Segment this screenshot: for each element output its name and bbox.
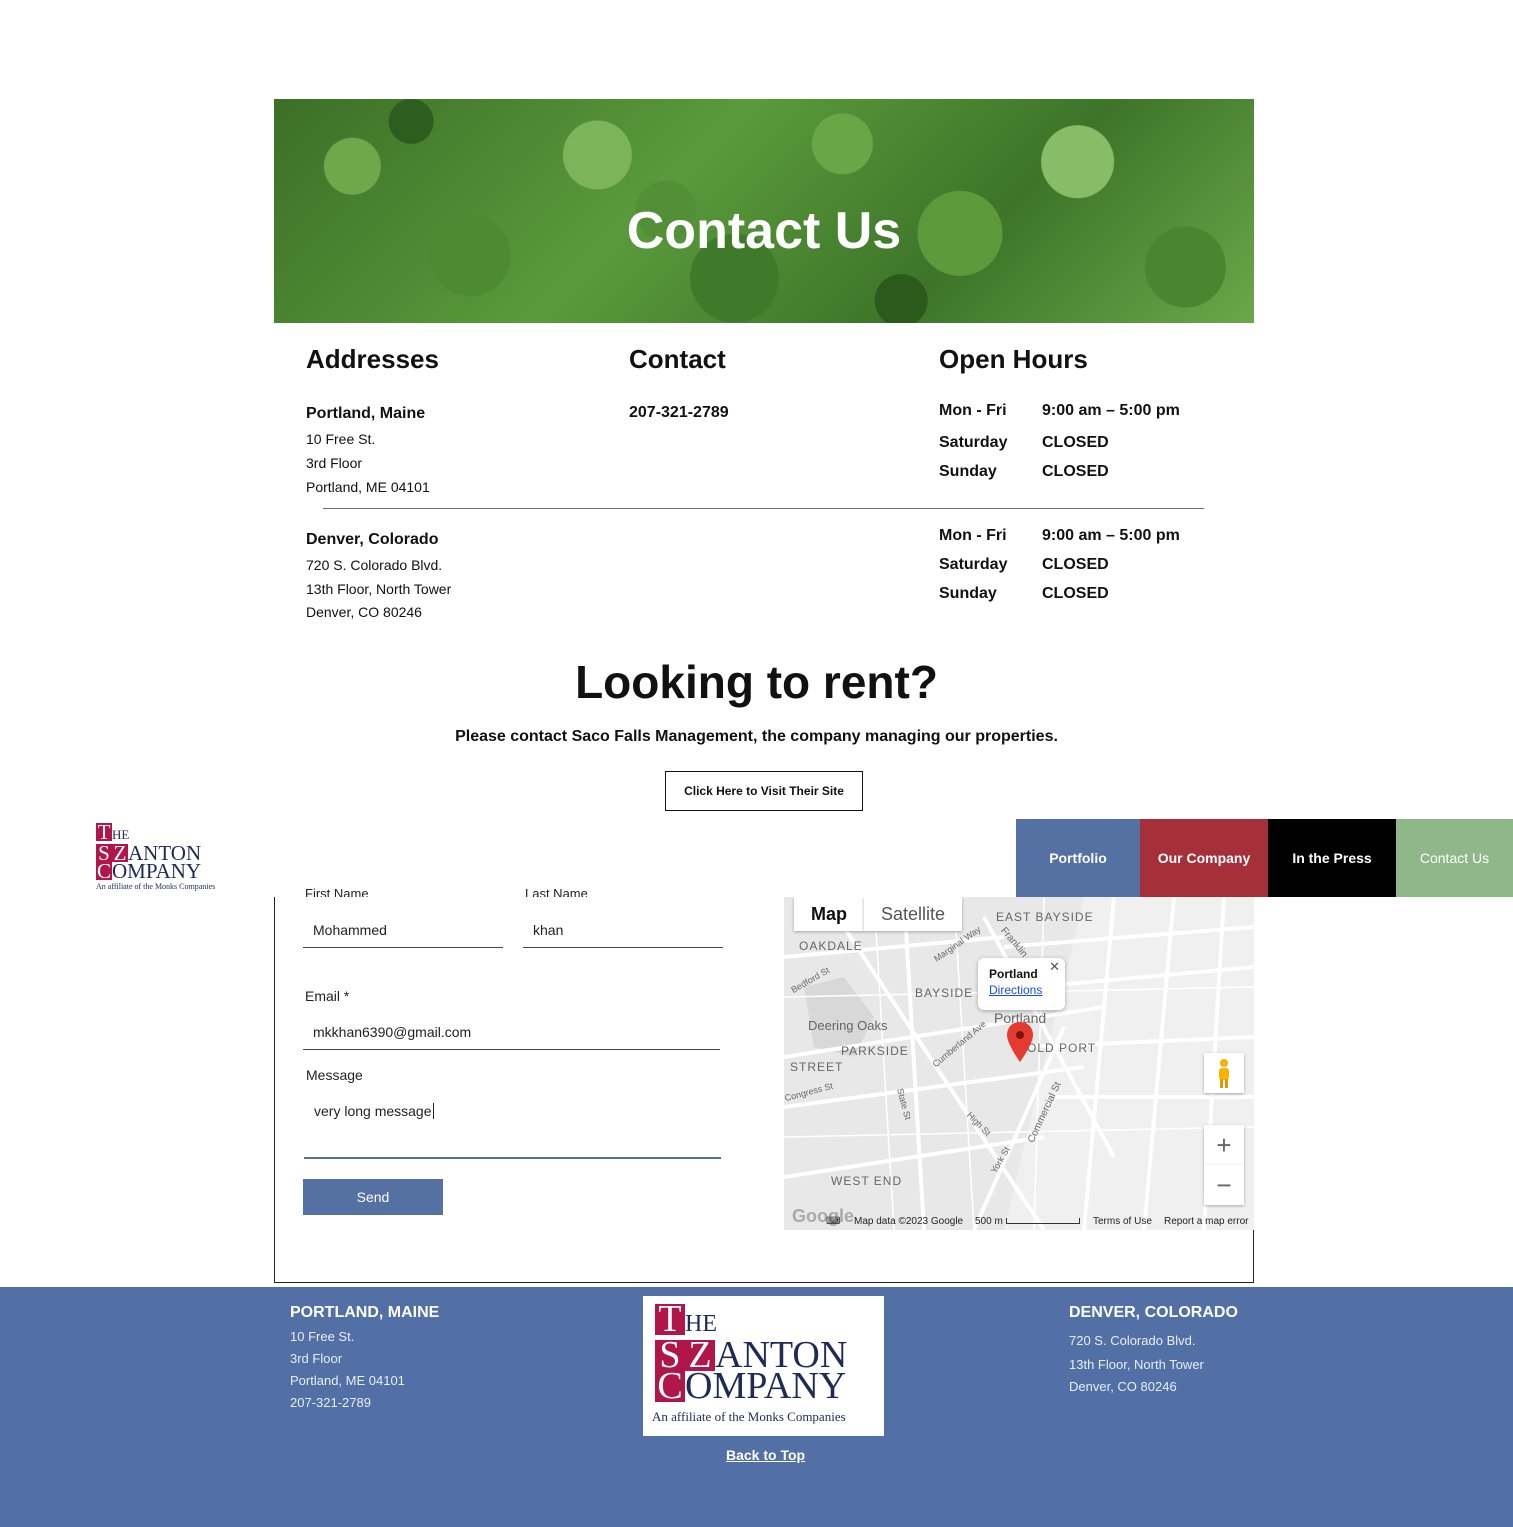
map-label: PARKSIDE: [841, 1044, 909, 1058]
contact-heading: Contact: [629, 344, 726, 374]
map-label: EAST BAYSIDE: [996, 910, 1094, 924]
map-label: Deering Oaks: [808, 1018, 888, 1033]
back-to-top-link[interactable]: Back to Top: [726, 1447, 805, 1463]
map-data-credit: Map data ©2023 Google: [854, 1216, 964, 1227]
hours-day: Saturday: [939, 556, 1008, 573]
logo-tagline: An affiliate of the Monks Companies: [96, 882, 216, 891]
first-name-label: First Name: [305, 886, 369, 897]
hero-banner: Contact Us: [274, 99, 1254, 323]
map-footer: Google ⌨ Map data ©2023 Google 500 m Ter…: [784, 1206, 1254, 1230]
logo-tagline: An affiliate of the Monks Companies: [652, 1409, 846, 1424]
open-hours-heading: Open Hours: [939, 344, 1088, 374]
footer-denver-line2: 13th Floor, North Tower: [1069, 1357, 1204, 1372]
zoom-in-icon[interactable]: +: [1204, 1125, 1244, 1165]
google-logo: Google: [792, 1206, 854, 1226]
portland-address-line1: 10 Free St.: [306, 431, 376, 447]
map-scale: 500 m: [975, 1216, 1003, 1227]
portland-address-line2: 3rd Floor: [306, 455, 363, 471]
hours-time: CLOSED: [1042, 434, 1109, 451]
nav-our-company[interactable]: Our Company: [1140, 819, 1268, 897]
report-map-error-link[interactable]: Report a map error: [1164, 1216, 1248, 1227]
popup-directions-link[interactable]: Directions: [989, 983, 1042, 997]
nav-contact-us[interactable]: Contact Us: [1396, 819, 1513, 897]
hours-time: CLOSED: [1042, 556, 1109, 573]
hours-time: 9:00 am – 5:00 pm: [1042, 527, 1180, 544]
hours-time: 9:00 am – 5:00 pm: [1042, 402, 1180, 419]
footer-portland-line2: 3rd Floor: [290, 1351, 343, 1366]
google-map[interactable]: Map Satellite EAST BAYSIDE OAKDALE BAYSI…: [784, 897, 1254, 1230]
footer-denver-heading: DENVER, COLORADO: [1069, 1304, 1238, 1321]
map-pin-icon[interactable]: [1007, 1022, 1033, 1062]
hours-time: CLOSED: [1042, 463, 1109, 480]
message-label: Message: [306, 1067, 363, 1083]
site-footer: PORTLAND, MAINE 10 Free St. 3rd Floor Po…: [0, 1287, 1513, 1527]
section-divider: [323, 508, 1204, 509]
logo-letter-t: T: [96, 820, 112, 844]
logo-text-ompany: OMPANY: [112, 859, 202, 883]
logo-letter-c: C: [96, 859, 112, 883]
hours-day: Sunday: [939, 585, 997, 602]
rent-heading: Looking to rent?: [575, 656, 938, 708]
footer-phone[interactable]: 207-321-2789: [290, 1392, 371, 1414]
map-label: OAKDALE: [799, 939, 863, 953]
close-icon[interactable]: ✕: [1049, 959, 1060, 975]
message-text: very long message: [314, 1103, 432, 1119]
logo-letter-t: T: [655, 1300, 685, 1338]
logo-text-he: HE: [112, 827, 130, 842]
zoom-out-icon[interactable]: −: [1204, 1165, 1244, 1205]
nav-portfolio[interactable]: Portfolio: [1016, 819, 1140, 897]
portland-address-line3: Portland, ME 04101: [306, 479, 430, 495]
hours-time: CLOSED: [1042, 585, 1109, 602]
denver-address-line2: 13th Floor, North Tower: [306, 581, 452, 597]
footer-portland-line1: 10 Free St.: [290, 1329, 355, 1344]
footer-denver-line3: Denver, CO 80246: [1069, 1379, 1177, 1394]
hours-day: Sunday: [939, 463, 997, 480]
map-tab-map[interactable]: Map: [794, 897, 864, 931]
hours-day: Mon - Fri: [939, 402, 1007, 419]
page-title: Contact Us: [626, 202, 902, 260]
denver-address-line1: 720 S. Colorado Blvd.: [306, 557, 443, 573]
nav-in-the-press[interactable]: In the Press: [1268, 819, 1396, 897]
contact-phone[interactable]: 207-321-2789: [629, 404, 729, 422]
terms-link[interactable]: Terms of Use: [1093, 1216, 1152, 1227]
keyboard-icon[interactable]: ⌨: [826, 1216, 840, 1227]
logo-text-ompany: OMPANY: [685, 1365, 847, 1407]
email-field[interactable]: [303, 1014, 720, 1050]
message-field[interactable]: very long message: [304, 1094, 721, 1159]
last-name-field[interactable]: [523, 912, 723, 948]
last-name-label: Last Name: [525, 886, 588, 897]
company-logo[interactable]: T HE S ZANTON COMPANY An affiliate of the …: [96, 820, 220, 893]
map-label: BAYSIDE: [915, 986, 974, 1000]
map-label: OLD PORT: [1027, 1041, 1097, 1055]
map-label: STREET: [790, 1060, 844, 1074]
email-label: Email *: [305, 988, 350, 1004]
addresses-heading: Addresses: [306, 344, 439, 374]
popup-title: Portland: [989, 967, 1038, 981]
street-view-pegman-icon[interactable]: [1204, 1053, 1244, 1093]
text-cursor: [432, 1103, 434, 1119]
footer-portland-line3: Portland, ME 04101: [290, 1373, 405, 1388]
hours-day: Saturday: [939, 434, 1008, 451]
logo-letter-c: C: [655, 1367, 685, 1405]
portland-city: Portland, Maine: [306, 405, 426, 422]
rent-subtitle: Please contact Saco Falls Management, th…: [455, 728, 1058, 745]
map-label: WEST END: [831, 1174, 903, 1188]
denver-address-line3: Denver, CO 80246: [306, 604, 422, 620]
first-name-field[interactable]: [303, 912, 503, 948]
visit-site-button[interactable]: Click Here to Visit Their Site: [665, 771, 863, 811]
scale-bar: [1006, 1218, 1080, 1224]
map-info-popup: Portland Directions ✕: [978, 958, 1065, 1010]
denver-city: Denver, Colorado: [306, 531, 439, 548]
footer-denver-line1: 720 S. Colorado Blvd.: [1069, 1333, 1196, 1348]
send-button[interactable]: Send: [303, 1179, 443, 1215]
footer-company-logo[interactable]: T HE S ZANTON COMPANY An affiliate of the …: [643, 1296, 884, 1436]
footer-portland-heading: PORTLAND, MAINE: [290, 1304, 440, 1321]
hours-day: Mon - Fri: [939, 527, 1007, 544]
map-tab-satellite[interactable]: Satellite: [864, 897, 962, 931]
